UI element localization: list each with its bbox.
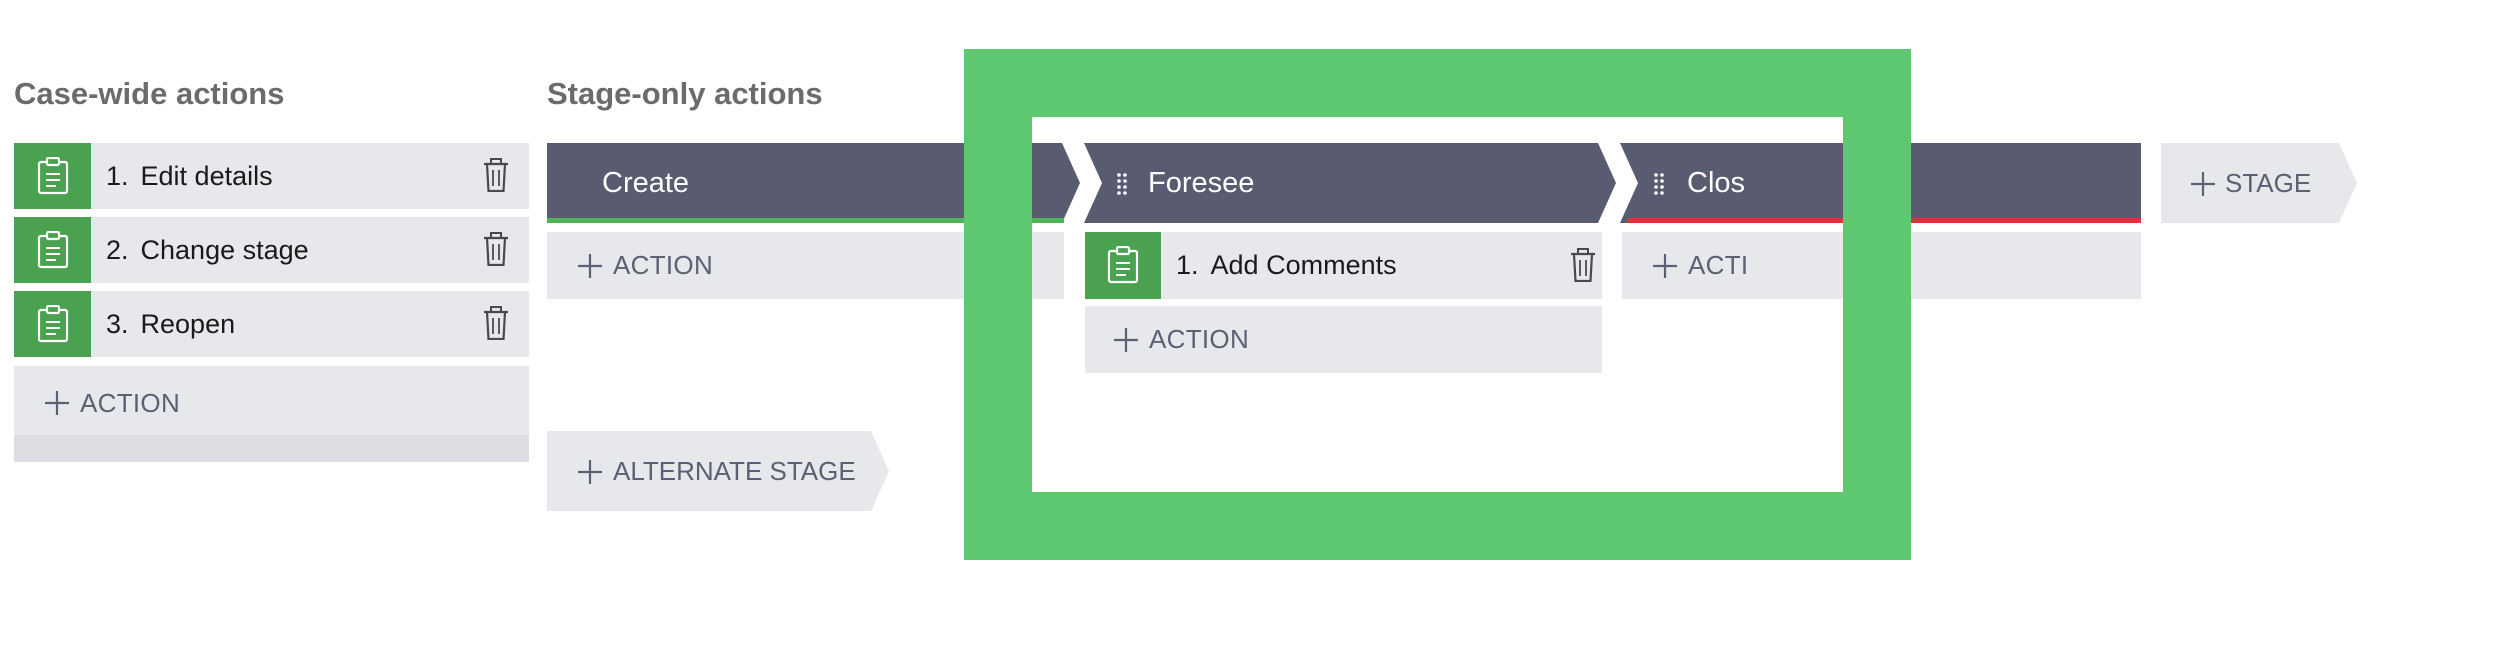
stage-header-band [547,143,2141,223]
case-wide-step-row[interactable]: 3. Reopen [14,291,529,357]
trash-icon[interactable] [483,158,509,197]
case-wide-add-action-button[interactable]: ACTION [14,366,529,462]
add-action-label: ACTION [613,250,714,280]
drag-handle-icon[interactable] [1653,172,1665,196]
plus-icon [2191,172,2215,196]
create-add-action-button[interactable]: ACTION [547,232,1064,299]
plus-icon [578,254,602,278]
highlight-frame [964,49,1911,560]
add-action-label: ACTION [1149,324,1250,354]
trash-icon[interactable] [483,306,509,345]
clipboard-icon [14,143,91,209]
close-add-action-button[interactable]: ACTI [1622,232,2141,299]
drag-handle-icon[interactable] [1116,172,1128,196]
step-label[interactable]: 1. Add Comments [1176,232,1397,299]
case-wide-step-row[interactable]: 2. Change stage [14,217,529,283]
stage-create-name[interactable]: Create [602,143,689,223]
stage-foresee-name[interactable]: Foresee [1148,143,1254,223]
add-action-label: ACTION [80,388,181,418]
foresee-add-action-button[interactable]: ACTION [1085,306,1602,373]
step-label[interactable]: 2. Change stage [106,217,309,283]
trash-icon[interactable] [1570,248,1596,287]
clipboard-icon [1085,232,1161,299]
add-alternate-stage-label[interactable]: ALTERNATE STAGE [613,455,856,487]
clipboard-icon [14,291,91,357]
case-wide-step-row[interactable]: 1. Edit details [14,143,529,209]
plus-icon [1114,328,1138,352]
plus-icon [1653,254,1677,278]
plus-icon [578,460,602,484]
step-label[interactable]: 3. Reopen [106,291,235,357]
foresee-step-row[interactable]: 1. Add Comments [1085,232,1602,299]
stage-only-actions-title: Stage-only actions [547,76,823,111]
stage-close-name[interactable]: Clos [1687,143,1745,223]
clipboard-icon [14,217,91,283]
add-action-label: ACTI [1688,250,1749,280]
trash-icon[interactable] [483,232,509,271]
step-label[interactable]: 1. Edit details [106,143,273,209]
plus-icon [45,391,69,415]
case-wide-actions-title: Case-wide actions [14,76,285,111]
add-action-footer [14,435,529,462]
add-stage-label[interactable]: STAGE [2225,167,2311,199]
